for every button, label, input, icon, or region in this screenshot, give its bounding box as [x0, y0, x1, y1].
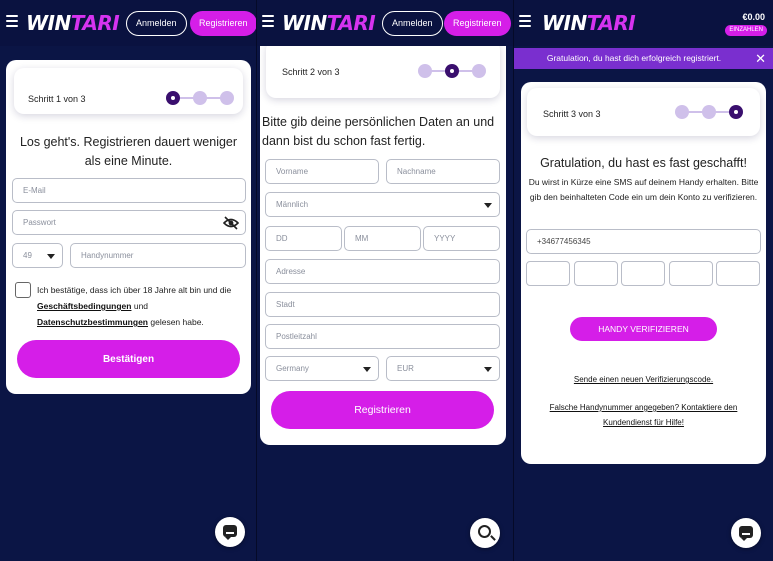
menu-icon[interactable]: [262, 15, 274, 29]
country-select[interactable]: Germany: [265, 356, 379, 381]
birth-year-field[interactable]: YYYY: [423, 226, 500, 251]
phone-display-field[interactable]: +34677456345: [526, 229, 761, 254]
chevron-down-icon: [484, 367, 492, 372]
chat-icon: [223, 525, 237, 540]
password-placeholder: Passwort: [23, 218, 56, 227]
gender-value: Männlich: [276, 200, 309, 209]
chevron-down-icon: [47, 254, 55, 259]
step-heading: Los geht's. Registrieren dauert weniger …: [19, 135, 238, 168]
lastname-field[interactable]: Nachname: [386, 159, 500, 184]
address-field[interactable]: Adresse: [265, 259, 500, 284]
register-step1-panel: WINTARI Anmelden Registrieren Schritt 1 …: [0, 0, 256, 561]
step-dot-2: [445, 64, 459, 78]
firstname-field[interactable]: Vorname: [265, 159, 379, 184]
currency-value: EUR: [397, 364, 414, 373]
search-button[interactable]: [470, 518, 500, 548]
register-button[interactable]: Registrieren: [444, 11, 511, 36]
step-dot-1: [166, 91, 180, 105]
step-progress: [673, 105, 745, 119]
phone-field[interactable]: Handynummer: [70, 243, 246, 268]
login-button[interactable]: Anmelden: [126, 11, 187, 36]
terms-text: Ich bestätige, dass ich über 18 Jahre al…: [37, 285, 232, 327]
code-digit-3[interactable]: [621, 261, 665, 286]
birth-day-field[interactable]: DD: [265, 226, 342, 251]
login-button[interactable]: Anmelden: [382, 11, 443, 36]
balance: €0.00: [742, 12, 765, 22]
step-dot-2: [193, 91, 207, 105]
hide-password-icon[interactable]: [223, 216, 239, 230]
chat-button[interactable]: [731, 518, 761, 548]
chat-button[interactable]: [215, 517, 245, 547]
register-step3-panel: WINTARI €0.00 EINZAHLEN Gratulation, du …: [513, 0, 773, 561]
step-label: Schritt 2 von 3: [282, 67, 340, 77]
terms-checkbox[interactable]: [15, 282, 31, 298]
menu-icon[interactable]: [519, 15, 531, 29]
register-card: Schritt 2 von 3 Bitte gib deine persönli…: [260, 30, 506, 445]
chevron-down-icon: [484, 203, 492, 208]
top-bar: WINTARI €0.00 EINZAHLEN: [513, 0, 773, 46]
wrong-number-link[interactable]: Falsche Handynummer angegeben? Kontaktie…: [541, 400, 746, 430]
register-card: Schritt 1 von 3 Los geht's. Registrieren…: [6, 60, 251, 394]
logo[interactable]: WINTARI: [282, 11, 376, 35]
stepper: Schritt 2 von 3: [266, 40, 500, 98]
privacy-link[interactable]: Datenschutzbestimmungen: [37, 317, 148, 327]
city-field[interactable]: Stadt: [265, 292, 500, 317]
stepper: Schritt 1 von 3: [14, 68, 243, 114]
terms-link[interactable]: Geschäftsbedingungen: [37, 301, 131, 311]
menu-icon[interactable]: [6, 15, 18, 29]
country-code-value: 49: [23, 251, 32, 260]
register-button[interactable]: Registrieren: [190, 11, 256, 36]
birth-month-field[interactable]: MM: [344, 226, 421, 251]
step-dot-3: [472, 64, 486, 78]
verify-phone-button[interactable]: HANDY VERIFIZIEREN: [570, 317, 717, 341]
sms-instruction: Du wirst in Kürze eine SMS auf deinem Ha…: [528, 177, 759, 202]
register-submit-button[interactable]: Registrieren: [271, 391, 494, 429]
confirm-button[interactable]: Bestätigen: [17, 340, 240, 378]
step-dot-1: [418, 64, 432, 78]
deposit-button[interactable]: EINZAHLEN: [725, 25, 767, 36]
country-code-select[interactable]: 49: [12, 243, 63, 268]
step-dot-3: [220, 91, 234, 105]
zip-field[interactable]: Postleitzahl: [265, 324, 500, 349]
step-label: Schritt 1 von 3: [28, 94, 86, 104]
stepper: Schritt 3 von 3: [527, 88, 760, 136]
register-step2-panel: Schritt 2 von 3 Bitte gib deine persönli…: [256, 0, 513, 561]
search-icon: [478, 525, 491, 538]
logo[interactable]: WINTARI: [542, 11, 636, 35]
gender-select[interactable]: Männlich: [265, 192, 500, 217]
step-progress: [416, 64, 488, 78]
success-banner: Gratulation, du hast dich erfolgreich re…: [513, 48, 773, 69]
step-dot-1: [675, 105, 689, 119]
close-icon[interactable]: ✕: [755, 48, 766, 69]
chat-icon: [739, 526, 753, 541]
chevron-down-icon: [363, 367, 371, 372]
banner-text: Gratulation, du hast dich erfolgreich re…: [546, 53, 722, 63]
top-bar: WINTARI Anmelden Registrieren: [0, 0, 256, 46]
verify-card: Schritt 3 von 3 Gratulation, du hast es …: [521, 82, 766, 464]
step-heading: Bitte gib deine persönlichen Daten an un…: [262, 115, 495, 148]
logo[interactable]: WINTARI: [26, 11, 120, 35]
step-dot-2: [702, 105, 716, 119]
step-heading: Gratulation, du hast es fast geschafft!: [540, 156, 747, 170]
code-digit-2[interactable]: [574, 261, 618, 286]
top-bar: WINTARI Anmelden Registrieren: [256, 0, 513, 46]
step-label: Schritt 3 von 3: [543, 109, 601, 119]
step-dot-3: [729, 105, 743, 119]
country-value: Germany: [276, 364, 309, 373]
code-digit-1[interactable]: [526, 261, 570, 286]
code-digit-4[interactable]: [669, 261, 713, 286]
password-field[interactable]: Passwort: [12, 210, 246, 235]
code-digit-5[interactable]: [716, 261, 760, 286]
resend-code-link[interactable]: Sende einen neuen Verifizierungscode.: [531, 372, 756, 387]
step-progress: [164, 91, 236, 105]
currency-select[interactable]: EUR: [386, 356, 500, 381]
email-field[interactable]: E-Mail: [12, 178, 246, 203]
